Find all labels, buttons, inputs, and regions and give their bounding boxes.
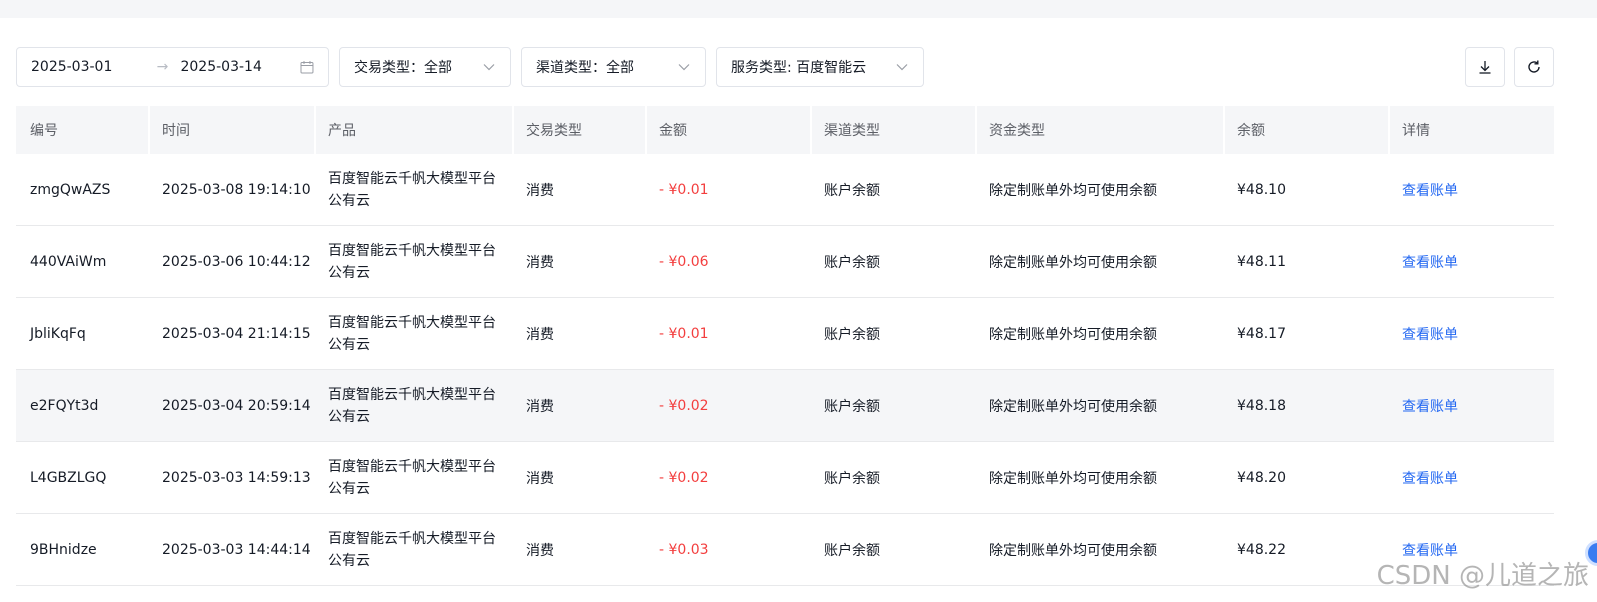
- cell-channel: 账户余额: [824, 182, 880, 199]
- filter-bar: 2025-03-01 → 2025-03-14 交易类型：全部 渠道类型：全部 …: [16, 47, 924, 87]
- cell-balance: ¥48.17: [1237, 325, 1286, 342]
- cell-fund-type: 除定制账单外均可使用余额: [989, 470, 1157, 487]
- channel-type-select[interactable]: 渠道类型：全部: [521, 47, 706, 87]
- view-bill-link[interactable]: 查看账单: [1388, 298, 1554, 369]
- cell-id: 9BHnidze: [30, 541, 97, 558]
- channel-type-value: 渠道类型：全部: [536, 60, 634, 76]
- cell-product: 百度智能云千帆大模型平台公有云: [328, 458, 496, 497]
- cell-balance: ¥48.11: [1237, 253, 1286, 270]
- cell-id: L4GBZLGQ: [30, 469, 107, 486]
- header-channel-type: 渠道类型: [810, 106, 975, 154]
- view-bill-link[interactable]: 查看账单: [1388, 154, 1554, 225]
- cell-balance: ¥48.20: [1237, 469, 1286, 486]
- cell-product: 百度智能云千帆大模型平台公有云: [328, 170, 496, 209]
- cell-trade-type: 消费: [526, 182, 554, 199]
- service-type-value: 服务类型: 百度智能云: [731, 60, 867, 76]
- cell-fund-type: 除定制账单外均可使用余额: [989, 182, 1157, 199]
- download-button[interactable]: [1465, 47, 1505, 87]
- cell-product: 百度智能云千帆大模型平台公有云: [328, 314, 496, 353]
- cell-time: 2025-03-04 21:14:15: [162, 325, 311, 342]
- cell-amount: - ¥0.01: [659, 181, 709, 198]
- chevron-down-icon: [896, 64, 908, 71]
- cell-time: 2025-03-08 19:14:10: [162, 181, 311, 198]
- cell-id: zmgQwAZS: [30, 181, 111, 198]
- date-separator: →: [156, 59, 169, 75]
- table-header: 编号 时间 产品 交易类型 金额 渠道类型 资金类型 余额 详情: [16, 106, 1554, 154]
- cell-id: 440VAiWm: [30, 253, 107, 270]
- cell-channel: 账户余额: [824, 470, 880, 487]
- table-row: e2FQYt3d 2025-03-04 20:59:14 百度智能云千帆大模型平…: [16, 370, 1554, 442]
- cell-fund-type: 除定制账单外均可使用余额: [989, 542, 1157, 559]
- top-strip: [0, 0, 1597, 18]
- date-end[interactable]: 2025-03-14: [180, 59, 300, 75]
- cell-channel: 账户余额: [824, 254, 880, 271]
- cell-amount: - ¥0.06: [659, 253, 709, 270]
- cell-amount: - ¥0.01: [659, 325, 709, 342]
- cell-balance: ¥48.10: [1237, 181, 1286, 198]
- cell-channel: 账户余额: [824, 326, 880, 343]
- header-balance: 余额: [1223, 106, 1388, 154]
- cell-time: 2025-03-03 14:44:14: [162, 541, 311, 558]
- header-time: 时间: [148, 106, 314, 154]
- calendar-icon[interactable]: [300, 60, 314, 74]
- header-amount: 金额: [645, 106, 810, 154]
- chevron-down-icon: [678, 64, 690, 71]
- service-type-select[interactable]: 服务类型: 百度智能云: [716, 47, 924, 87]
- header-product: 产品: [314, 106, 512, 154]
- cell-time: 2025-03-03 14:59:13: [162, 469, 311, 486]
- cell-amount: - ¥0.03: [659, 541, 709, 558]
- table-row: 440VAiWm 2025-03-06 10:44:12 百度智能云千帆大模型平…: [16, 226, 1554, 298]
- chevron-down-icon: [483, 64, 495, 71]
- refresh-icon: [1528, 60, 1540, 73]
- cell-product: 百度智能云千帆大模型平台公有云: [328, 242, 496, 281]
- cell-trade-type: 消费: [526, 326, 554, 343]
- table-row: 9BHnidze 2025-03-03 14:44:14 百度智能云千帆大模型平…: [16, 514, 1554, 586]
- cell-balance: ¥48.18: [1237, 397, 1286, 414]
- cell-channel: 账户余额: [824, 542, 880, 559]
- cell-fund-type: 除定制账单外均可使用余额: [989, 398, 1157, 415]
- refresh-button[interactable]: [1514, 47, 1554, 87]
- transactions-table: 编号 时间 产品 交易类型 金额 渠道类型 资金类型 余额 详情 zmgQwAZ…: [16, 106, 1554, 586]
- table-row: zmgQwAZS 2025-03-08 19:14:10 百度智能云千帆大模型平…: [16, 154, 1554, 226]
- cell-time: 2025-03-06 10:44:12: [162, 253, 311, 270]
- view-bill-link[interactable]: 查看账单: [1388, 442, 1554, 513]
- trade-type-select[interactable]: 交易类型：全部: [339, 47, 511, 87]
- cell-product: 百度智能云千帆大模型平台公有云: [328, 386, 496, 425]
- cell-amount: - ¥0.02: [659, 469, 709, 486]
- cell-fund-type: 除定制账单外均可使用余额: [989, 254, 1157, 271]
- table-row: L4GBZLGQ 2025-03-03 14:59:13 百度智能云千帆大模型平…: [16, 442, 1554, 514]
- cell-id: JbliKqFq: [30, 325, 86, 342]
- view-bill-link[interactable]: 查看账单: [1388, 370, 1554, 441]
- watermark: CSDN @儿道之旅: [1376, 561, 1589, 591]
- header-detail: 详情: [1388, 106, 1554, 154]
- table-row: JbliKqFq 2025-03-04 21:14:15 百度智能云千帆大模型平…: [16, 298, 1554, 370]
- cell-trade-type: 消费: [526, 470, 554, 487]
- cell-trade-type: 消费: [526, 254, 554, 271]
- date-start[interactable]: 2025-03-01: [31, 59, 147, 75]
- cell-amount: - ¥0.02: [659, 397, 709, 414]
- cell-id: e2FQYt3d: [30, 397, 99, 414]
- header-fund-type: 资金类型: [975, 106, 1223, 154]
- header-trade-type: 交易类型: [512, 106, 645, 154]
- cell-trade-type: 消费: [526, 398, 554, 415]
- view-bill-link[interactable]: 查看账单: [1388, 226, 1554, 297]
- cell-time: 2025-03-04 20:59:14: [162, 397, 311, 414]
- trade-type-value: 交易类型：全部: [354, 60, 452, 76]
- cell-product: 百度智能云千帆大模型平台公有云: [328, 530, 496, 569]
- date-range-picker[interactable]: 2025-03-01 → 2025-03-14: [16, 47, 329, 87]
- cell-fund-type: 除定制账单外均可使用余额: [989, 326, 1157, 343]
- cell-channel: 账户余额: [824, 398, 880, 415]
- header-id: 编号: [30, 123, 58, 139]
- cell-balance: ¥48.22: [1237, 541, 1286, 558]
- download-icon: [1479, 61, 1491, 74]
- cell-trade-type: 消费: [526, 542, 554, 559]
